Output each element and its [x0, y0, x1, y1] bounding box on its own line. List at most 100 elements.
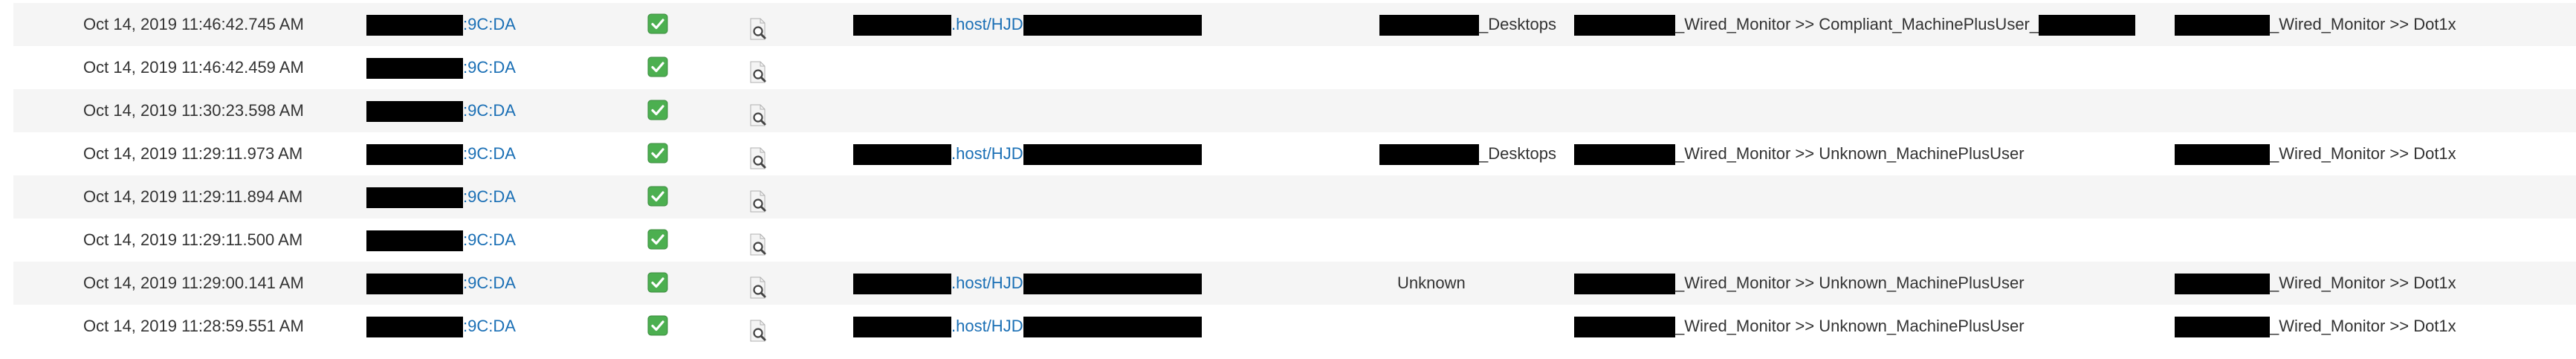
- mac-address-cell[interactable]: :9C:DA: [366, 46, 516, 89]
- redacted-block: [1574, 274, 1675, 295]
- table-row[interactable]: Oct 14, 2019 11:29:11.894 AM :9C:DA: [13, 175, 2576, 219]
- redacted-block: [1574, 15, 1675, 36]
- status-check-icon: [647, 56, 668, 77]
- details-magnifier-icon[interactable]: [748, 14, 768, 40]
- authentication-policy-text: _Wired_Monitor >> Dot1x: [2270, 15, 2456, 33]
- live-log-table: Oct 14, 2019 11:46:42.745 AM :9C:DA .host/…: [0, 0, 2576, 346]
- redacted-block: [1574, 317, 1675, 338]
- mac-address-link[interactable]: :9C:DA: [463, 144, 516, 163]
- identity-group-cell: _Desktops: [1379, 3, 1556, 46]
- authorization-policy-cell: _Wired_Monitor >> Unknown_MachinePlusUse…: [1574, 262, 2025, 305]
- redacted-block: [2175, 274, 2270, 295]
- redacted-block: [2175, 317, 2270, 338]
- mac-address-cell[interactable]: :9C:DA: [366, 262, 516, 305]
- endpoint-profile-cell[interactable]: .host/HJD: [853, 262, 1202, 305]
- authorization-policy-cell: _Wired_Monitor >> Unknown_MachinePlusUse…: [1574, 132, 2025, 175]
- mac-address-link[interactable]: :9C:DA: [463, 317, 516, 335]
- redacted-block: [1379, 144, 1479, 166]
- endpoint-profile-cell[interactable]: .host/HJD: [853, 3, 1202, 46]
- endpoint-profile-link[interactable]: .host/HJD: [951, 15, 1023, 33]
- mac-address-link[interactable]: :9C:DA: [463, 187, 516, 206]
- redacted-block: [1023, 317, 1202, 338]
- status-check-icon: [647, 186, 668, 207]
- status-check-icon: [647, 100, 668, 120]
- redacted-block: [366, 15, 463, 36]
- details-magnifier-icon[interactable]: [748, 230, 768, 256]
- table-row[interactable]: Oct 14, 2019 11:29:11.973 AM:9C:DA .host/…: [13, 132, 2576, 175]
- redacted-block: [2039, 15, 2136, 36]
- table-row[interactable]: Oct 14, 2019 11:46:42.459 AM :9C:DA: [13, 46, 2576, 89]
- timestamp-cell: Oct 14, 2019 11:46:42.745 AM: [83, 15, 304, 33]
- endpoint-profile-link[interactable]: .host/HJD: [951, 317, 1023, 335]
- timestamp-cell: Oct 14, 2019 11:29:00.141 AM: [83, 274, 304, 292]
- table-row[interactable]: Oct 14, 2019 11:28:59.551 AM:9C:DA .host/…: [13, 305, 2576, 348]
- redacted-block: [853, 274, 951, 295]
- authentication-policy-text: _Wired_Monitor >> Dot1x: [2270, 274, 2456, 292]
- details-magnifier-icon[interactable]: [748, 273, 768, 299]
- details-magnifier-icon[interactable]: [748, 57, 768, 83]
- mac-address-cell[interactable]: :9C:DA: [366, 132, 516, 175]
- redacted-block: [2175, 144, 2270, 166]
- redacted-block: [366, 144, 463, 166]
- redacted-block: [853, 317, 951, 338]
- identity-group-text: _Desktops: [1479, 144, 1556, 163]
- mac-address-cell[interactable]: :9C:DA: [366, 305, 516, 348]
- status-check-icon: [647, 13, 668, 34]
- table-row[interactable]: Oct 14, 2019 11:29:11.500 AM :9C:DA: [13, 219, 2576, 262]
- mac-address-cell[interactable]: :9C:DA: [366, 89, 516, 132]
- redacted-block: [366, 230, 463, 252]
- endpoint-profile-cell[interactable]: .host/HJD: [853, 132, 1202, 175]
- redacted-block: [1379, 15, 1479, 36]
- mac-address-cell[interactable]: :9C:DA: [366, 3, 516, 46]
- mac-address-link[interactable]: :9C:DA: [463, 15, 516, 33]
- authentication-policy-cell: _Wired_Monitor >> Dot1x: [2175, 132, 2456, 175]
- identity-group-cell: _Desktops: [1379, 132, 1556, 175]
- table-row[interactable]: Oct 14, 2019 11:30:23.598 AM :9C:DA: [13, 89, 2576, 132]
- redacted-block: [1023, 15, 1202, 36]
- mac-address-link[interactable]: :9C:DA: [463, 58, 516, 77]
- redacted-block: [853, 144, 951, 166]
- identity-group-text: Unknown: [1397, 274, 1466, 292]
- redacted-block: [366, 101, 463, 123]
- details-magnifier-icon[interactable]: [748, 143, 768, 169]
- timestamp-cell: Oct 14, 2019 11:46:42.459 AM: [83, 58, 304, 77]
- redacted-block: [366, 274, 463, 295]
- timestamp-cell: Oct 14, 2019 11:30:23.598 AM: [83, 101, 304, 120]
- authentication-policy-cell: _Wired_Monitor >> Dot1x: [2175, 262, 2456, 305]
- authentication-policy-text: _Wired_Monitor >> Dot1x: [2270, 144, 2456, 163]
- authorization-policy-text: _Wired_Monitor >> Unknown_MachinePlusUse…: [1675, 317, 2025, 335]
- redacted-block: [2175, 15, 2270, 36]
- status-check-icon: [647, 315, 668, 336]
- redacted-block: [853, 15, 951, 36]
- authorization-policy-text: _Wired_Monitor >> Compliant_MachinePlusU…: [1675, 15, 2039, 33]
- details-magnifier-icon[interactable]: [748, 316, 768, 342]
- redacted-block: [366, 58, 463, 80]
- status-check-icon: [647, 272, 668, 293]
- details-magnifier-icon[interactable]: [748, 100, 768, 126]
- authentication-policy-text: _Wired_Monitor >> Dot1x: [2270, 317, 2456, 335]
- timestamp-cell: Oct 14, 2019 11:29:11.894 AM: [83, 187, 303, 206]
- redacted-block: [1574, 144, 1675, 166]
- timestamp-cell: Oct 14, 2019 11:29:11.500 AM: [83, 230, 303, 249]
- authorization-policy-text: _Wired_Monitor >> Unknown_MachinePlusUse…: [1675, 274, 2025, 292]
- mac-address-cell[interactable]: :9C:DA: [366, 175, 516, 219]
- redacted-block: [366, 317, 463, 338]
- table-row[interactable]: Oct 14, 2019 11:29:00.141 AM :9C:DA .host/…: [13, 262, 2576, 305]
- endpoint-profile-cell[interactable]: .host/HJD: [853, 305, 1202, 348]
- redacted-block: [366, 187, 463, 209]
- authorization-policy-text: _Wired_Monitor >> Unknown_MachinePlusUse…: [1675, 144, 2025, 163]
- table-row[interactable]: Oct 14, 2019 11:46:42.745 AM :9C:DA .host/…: [13, 3, 2576, 46]
- mac-address-link[interactable]: :9C:DA: [463, 230, 516, 249]
- mac-address-link[interactable]: :9C:DA: [463, 274, 516, 292]
- redacted-block: [1023, 274, 1202, 295]
- authentication-policy-cell: _Wired_Monitor >> Dot1x: [2175, 305, 2456, 348]
- status-check-icon: [647, 143, 668, 164]
- endpoint-profile-link[interactable]: .host/HJD: [951, 274, 1023, 292]
- authentication-policy-cell: _Wired_Monitor >> Dot1x: [2175, 3, 2456, 46]
- mac-address-link[interactable]: :9C:DA: [463, 101, 516, 120]
- authorization-policy-cell: _Wired_Monitor >> Compliant_MachinePlusU…: [1574, 3, 2136, 46]
- redacted-block: [1023, 144, 1202, 166]
- details-magnifier-icon[interactable]: [748, 187, 768, 213]
- endpoint-profile-link[interactable]: .host/HJD: [951, 144, 1023, 163]
- mac-address-cell[interactable]: :9C:DA: [366, 219, 516, 262]
